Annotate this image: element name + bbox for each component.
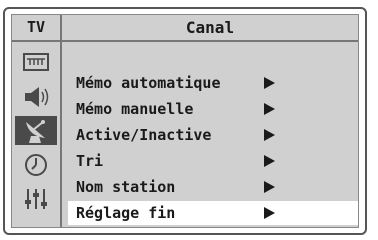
submenu-arrow-icon [264,155,275,167]
menu-item-reglage-fin[interactable]: Réglage fin [68,201,358,225]
menu-title: Canal [185,18,235,37]
menu-item-memo-automatique[interactable]: Mémo automatique [68,71,358,95]
channel-antenna-icon[interactable] [15,116,57,145]
menu-item-label: Active/Inactive [76,126,212,144]
menu-item-label: Mémo manuelle [76,100,194,118]
menu-item-label: Mémo automatique [76,74,221,92]
category-sidebar [12,42,62,227]
submenu-arrow-icon [264,129,275,141]
menu-item-label: Tri [76,152,104,170]
osd-menu-panel: TV Canal Mémo automatique Mémo manuelle … [11,14,359,228]
submenu-arrow-icon [264,181,275,193]
menu-item-memo-manuelle[interactable]: Mémo manuelle [68,97,358,121]
submenu-arrow-icon [264,207,275,219]
submenu-arrow-icon [264,103,275,115]
menu-item-nom-station[interactable]: Nom station [68,175,358,199]
osd-menu-window: TV Canal Mémo automatique Mémo manuelle … [3,7,367,235]
source-label: TV [12,15,62,40]
menu-item-label: Réglage fin [76,204,176,222]
submenu-arrow-icon [264,77,275,89]
setup-sliders-icon[interactable] [18,184,54,213]
menu-item-active-inactive[interactable]: Active/Inactive [68,123,358,147]
menu-list: Mémo automatique Mémo manuelle Active/In… [62,42,358,227]
menu-item-tri[interactable]: Tri [68,149,358,173]
clock-icon[interactable] [18,150,54,179]
sound-icon[interactable] [18,82,54,111]
title-bar: TV Canal [12,15,358,42]
menu-item-label: Nom station [76,178,176,196]
picture-icon[interactable] [18,48,54,77]
